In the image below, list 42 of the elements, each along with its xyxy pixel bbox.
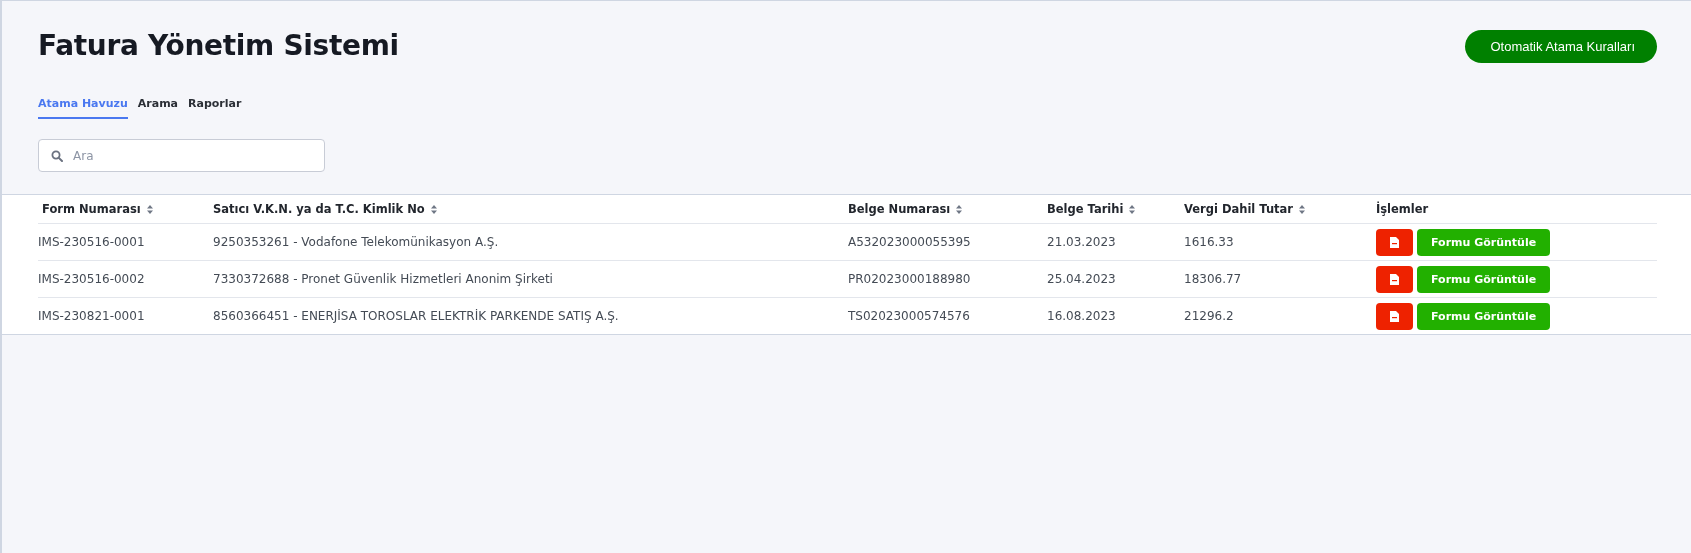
pdf-button[interactable] [1376,228,1413,256]
column-header: Belge Tarihi [1047,202,1124,216]
table-cell: 16.08.2023 [1047,309,1116,323]
column-header: Satıcı V.K.N. ya da T.C. Kimlik No [213,202,425,216]
sort-icon[interactable] [146,204,153,214]
tab[interactable]: Raporlar [188,97,242,119]
table-cell: IMS-230516-0002 [38,272,145,286]
table-cell: IMS-230516-0001 [38,235,145,249]
view-form-button[interactable]: Formu Görüntüle [1417,228,1551,256]
sort-icon[interactable] [1299,204,1305,214]
table-cell: 18306.77 [1184,272,1242,286]
tab[interactable]: Atama Havuzu [38,97,128,119]
document-icon [1390,236,1399,248]
search-field[interactable]: Ara [38,139,325,172]
table-cell: 1616.33 [1184,235,1234,249]
page-title: Fatura Yönetim Sistemi [38,29,399,62]
table-cell: TS02023000574576 [848,309,970,323]
table-cell: 7330372688 - Pronet Güvenlik Hizmetleri Anonim Şirketi [213,272,553,286]
pdf-button[interactable] [1376,302,1413,330]
sort-icon[interactable] [1129,204,1136,214]
search-icon [51,150,63,162]
table-cell: 25.04.2023 [1047,272,1116,286]
sort-icon[interactable] [430,204,437,214]
table-cell: A532023000055395 [848,235,971,249]
sort-icon[interactable] [956,204,963,214]
table-cell: 21.03.2023 [1047,235,1116,249]
table-cell: 8560366451 - ENERJİSA TOROSLAR ELEKTRİK PARKENDE SATIŞ A.Ş. [213,309,619,323]
auto-assign-rules-button[interactable]: Otomatik Atama Kuralları [1464,30,1657,63]
document-icon [1390,273,1399,285]
column-header: İşlemler [1376,202,1429,216]
table-cell: 9250353261 - Vodafone Telekomünikasyon A.Ş. [213,235,499,249]
view-form-button[interactable]: Formu Görüntüle [1417,302,1551,330]
view-form-button[interactable]: Formu Görüntüle [1417,265,1551,293]
pdf-button[interactable] [1376,265,1413,293]
document-icon [1390,310,1399,322]
table-cell: PR02023000188980 [848,272,971,286]
column-header: Vergi Dahil Tutar [1184,202,1293,216]
table-cell: 21296.2 [1184,309,1234,323]
tab[interactable]: Arama [137,97,179,119]
column-header: Form Numarası [42,202,141,216]
column-header: Belge Numarası [848,202,951,216]
table-cell: IMS-230821-0001 [38,309,145,323]
